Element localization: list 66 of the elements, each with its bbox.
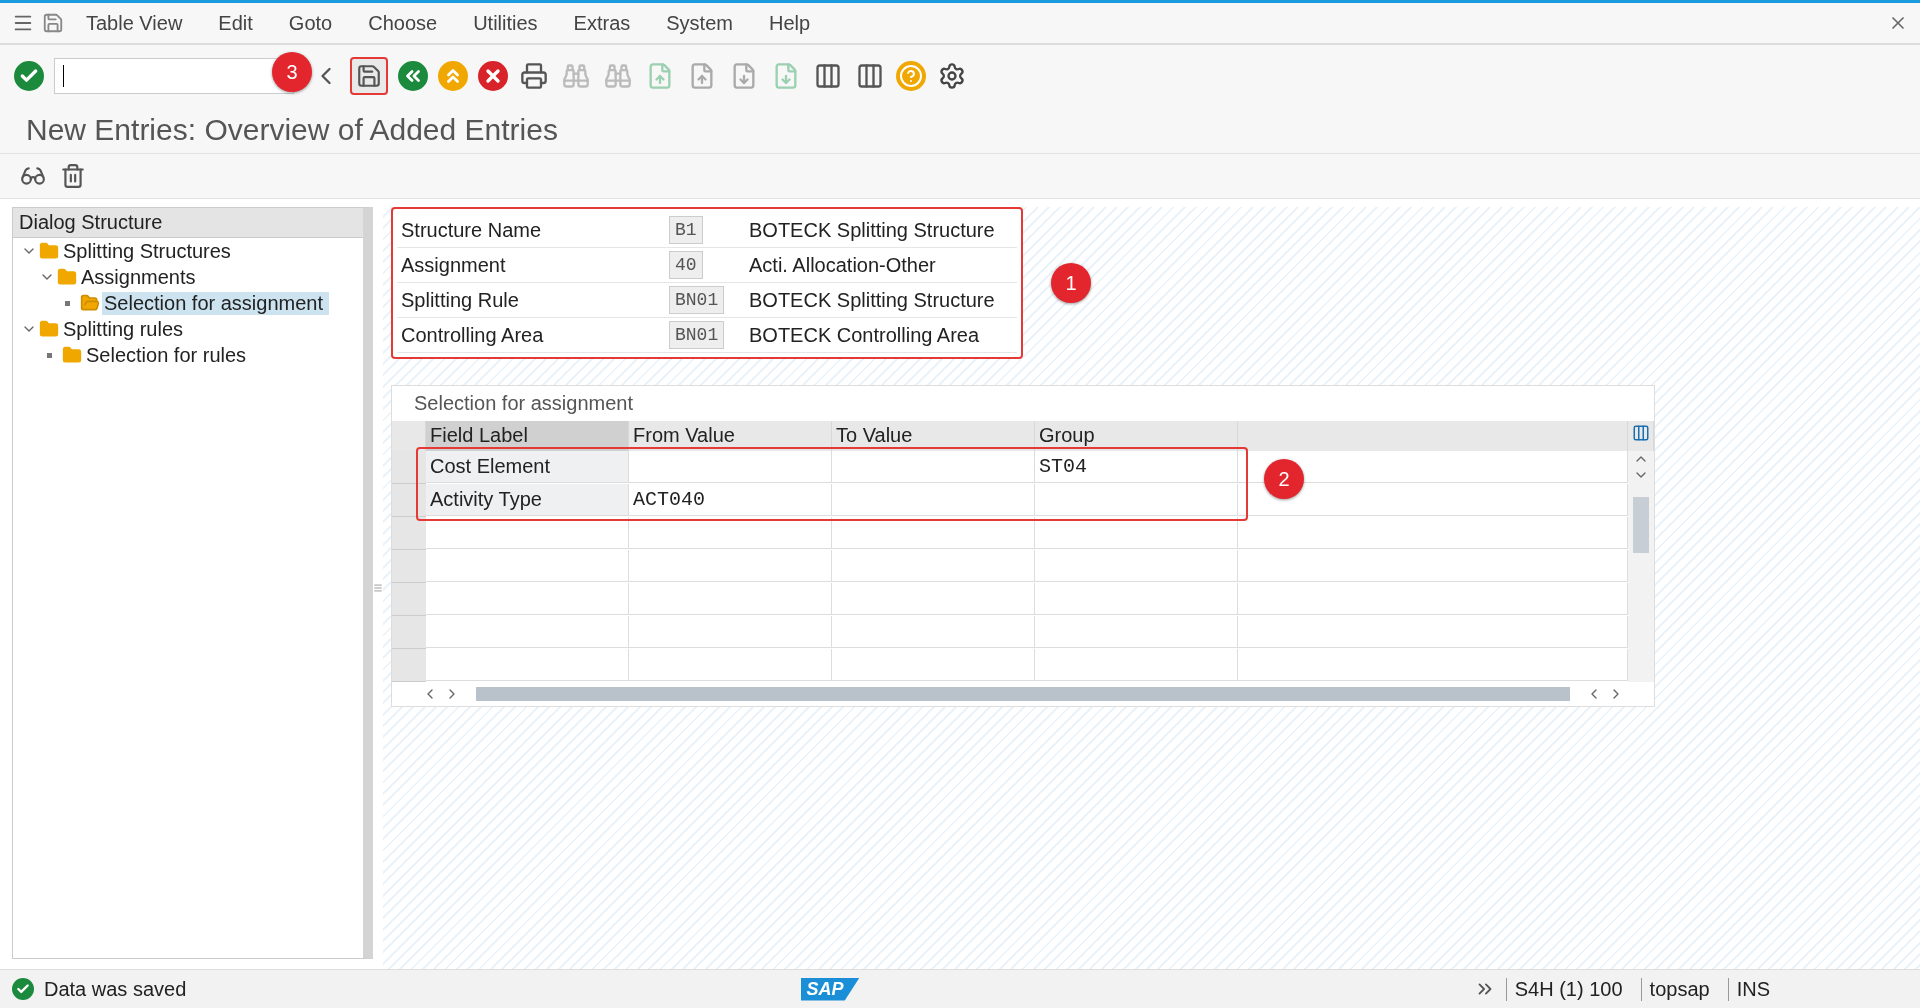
folder-icon bbox=[39, 319, 59, 339]
bullet-icon bbox=[47, 352, 52, 358]
row-selector[interactable] bbox=[392, 517, 426, 550]
tree-item[interactable]: Splitting rules bbox=[61, 317, 190, 341]
column-header[interactable]: Group bbox=[1035, 421, 1238, 451]
row-selector[interactable] bbox=[392, 451, 426, 484]
delete-icon[interactable] bbox=[60, 163, 86, 189]
field-value: BN01 bbox=[669, 286, 725, 314]
table-title: Selection for assignment bbox=[413, 391, 634, 416]
page-title: New Entries: Overview of Added Entries bbox=[0, 107, 1920, 154]
field-value: BN01 bbox=[669, 321, 725, 349]
field-value: 40 bbox=[669, 251, 703, 279]
cancel-icon[interactable] bbox=[478, 61, 508, 91]
status-message: Data was saved bbox=[44, 977, 187, 1001]
corner-cell[interactable] bbox=[392, 421, 426, 451]
print-icon[interactable] bbox=[518, 60, 550, 92]
save-button[interactable] bbox=[350, 57, 388, 95]
column-header[interactable]: Field Label bbox=[426, 421, 629, 451]
user-info: topsap bbox=[1640, 977, 1718, 1001]
tree-item[interactable]: Splitting Structures bbox=[61, 239, 237, 263]
field-label: Assignment bbox=[400, 253, 507, 277]
tree-item[interactable]: Selection for rules bbox=[84, 343, 253, 367]
column-header[interactable]: From Value bbox=[629, 421, 832, 451]
logo: SAP bbox=[800, 977, 860, 1001]
tree-item[interactable]: Selection for assignment bbox=[102, 291, 329, 315]
field-label: Structure Name bbox=[400, 218, 543, 242]
table-cell: ST04 bbox=[1035, 451, 1238, 483]
menu-item[interactable]: Utilities bbox=[459, 11, 552, 35]
open-folder-icon bbox=[80, 293, 100, 313]
column-header[interactable]: To Value bbox=[832, 421, 1035, 451]
folder-icon bbox=[39, 241, 59, 261]
field-description: BOTECK Controlling Area bbox=[749, 323, 981, 347]
callout-badge: 1 bbox=[1051, 263, 1091, 303]
success-icon bbox=[12, 978, 34, 1000]
menu-item[interactable]: System bbox=[652, 11, 747, 35]
table-cell: Cost Element bbox=[426, 451, 629, 483]
column-settings-icon[interactable] bbox=[1632, 424, 1650, 442]
field-label: Splitting Rule bbox=[400, 288, 520, 312]
field-description: BOTECK Splitting Structure bbox=[749, 218, 996, 242]
field-label: Controlling Area bbox=[400, 323, 545, 347]
folder-icon bbox=[57, 267, 77, 287]
menu-item[interactable]: Help bbox=[754, 11, 825, 35]
row-selector[interactable] bbox=[392, 484, 426, 517]
menu-item[interactable]: Table View bbox=[72, 11, 197, 35]
bullet-icon bbox=[65, 300, 70, 306]
help-icon[interactable] bbox=[896, 61, 926, 91]
table-cell: Activity Type bbox=[426, 484, 629, 516]
system-info[interactable]: S4H (1) 100 bbox=[1505, 977, 1631, 1001]
back-icon[interactable] bbox=[398, 61, 428, 91]
menu-item[interactable]: Goto bbox=[274, 11, 347, 35]
save-icon bbox=[356, 63, 382, 89]
exit-icon[interactable] bbox=[438, 61, 468, 91]
menu-item[interactable]: Extras bbox=[559, 11, 645, 35]
callout-badge: 3 bbox=[272, 52, 312, 92]
check-icon[interactable] bbox=[14, 61, 44, 91]
scrollbar-thumb[interactable] bbox=[1633, 497, 1649, 553]
tree-item[interactable]: Assignments bbox=[79, 265, 202, 289]
table-cell: ACT040 bbox=[629, 484, 832, 516]
field-description: BOTECK Splitting Structure bbox=[749, 288, 996, 312]
input-mode: INS bbox=[1727, 977, 1778, 1001]
menu-item[interactable]: Edit bbox=[204, 11, 267, 35]
field-description: Acti. Allocation-Other bbox=[749, 253, 937, 277]
tree-header: Dialog Structure bbox=[13, 208, 363, 238]
field-value: B1 bbox=[669, 216, 703, 244]
menu-item[interactable]: Choose bbox=[354, 11, 452, 35]
folder-icon bbox=[62, 345, 82, 365]
